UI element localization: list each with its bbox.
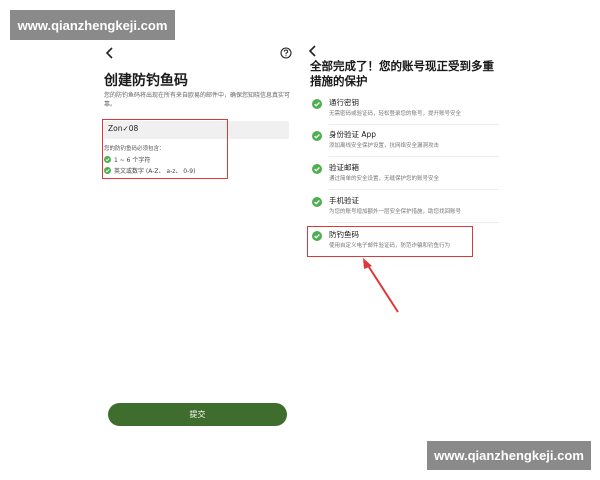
- divider: [329, 222, 499, 223]
- highlight-box-input: [102, 119, 228, 179]
- item-title: 通行密钥: [329, 98, 359, 107]
- highlight-box-anti-phishing: [307, 226, 473, 257]
- security-item-phone: 手机验证 为您的账号增加额外一层安全保护措施，助您找回账号: [310, 195, 500, 225]
- item-description: 通过简单的安全设置，无缝保护您的账号安全: [329, 176, 440, 182]
- create-anti-phishing-screen: 创建防钓鱼码 您的防钓鱼码将出现在所有来自欧易的邮件中，确保您知晓信息真实可靠。…: [98, 40, 300, 438]
- red-arrow-annotation: [363, 258, 399, 313]
- check-circle-icon: [312, 164, 322, 174]
- submit-button[interactable]: 提交: [108, 403, 287, 426]
- check-circle-icon: [312, 99, 322, 109]
- page-title: 全部完成了！您的账号现正受到多重措施的保护: [310, 59, 494, 88]
- watermark-bottom: www.qianzhengkeji.com: [427, 441, 591, 470]
- item-title: 验证邮箱: [329, 163, 359, 172]
- item-description: 为您的账号增加额外一层安全保护措施，助您找回账号: [329, 209, 462, 215]
- item-title: 手机验证: [329, 196, 359, 205]
- chevron-left-icon[interactable]: [104, 46, 116, 60]
- security-item-passkey: 通行密钥 无需密码或验证码，轻松登录您的账号，提升账号安全: [310, 97, 500, 127]
- divider: [329, 124, 499, 125]
- security-item-email: 验证邮箱 通过简单的安全设置，无缝保护您的账号安全: [310, 162, 500, 192]
- page-title: 创建防钓鱼码: [104, 73, 188, 89]
- item-title: 身份验证 App: [329, 130, 377, 139]
- divider: [329, 189, 499, 190]
- item-description: 无需密码或验证码，轻松登录您的账号，提升账号安全: [329, 111, 462, 117]
- check-circle-icon: [312, 131, 322, 141]
- item-description: 添加离线安全保护设置，抗网络安全漏洞攻击: [329, 143, 440, 149]
- watermark-top: www.qianzhengkeji.com: [10, 10, 175, 40]
- chevron-left-icon[interactable]: [307, 44, 319, 58]
- security-item-authenticator: 身份验证 App 添加离线安全保护设置，抗网络安全漏洞攻击: [310, 129, 500, 159]
- page-description: 您的防钓鱼码将出现在所有来自欧易的邮件中，确保您知晓信息真实可靠。: [104, 92, 291, 108]
- check-circle-icon: [312, 197, 322, 207]
- divider: [329, 156, 499, 157]
- question-circle-icon[interactable]: [280, 47, 292, 59]
